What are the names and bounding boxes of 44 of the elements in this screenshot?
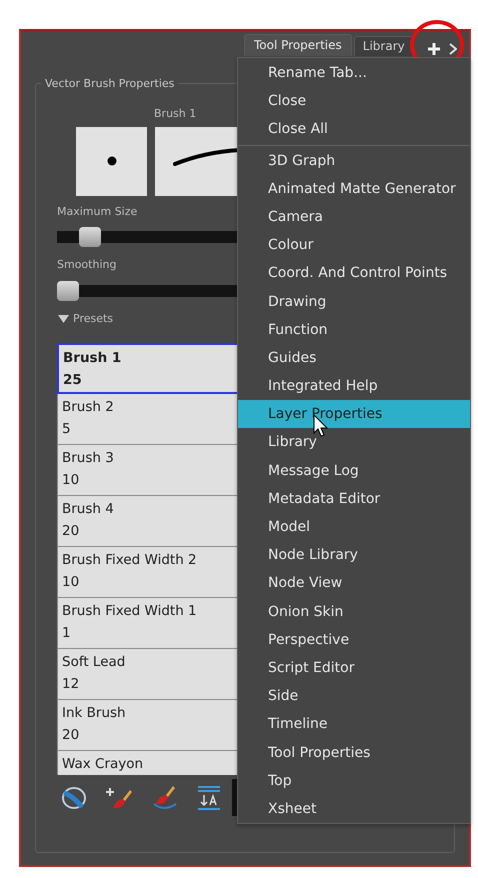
- preset-name: Brush 3: [62, 449, 114, 468]
- slider-label: Smoothing: [57, 257, 116, 273]
- menu-item[interactable]: Close All: [238, 115, 470, 144]
- menu-item[interactable]: Function: [238, 316, 470, 344]
- menu-item[interactable]: Xsheet: [238, 794, 470, 824]
- menu-item[interactable]: Camera: [238, 202, 470, 232]
- preset-name: Brush 4: [62, 500, 114, 519]
- menu-item[interactable]: Colour: [238, 231, 470, 260]
- tab[interactable]: Tool Properties: [244, 34, 352, 56]
- preset-name: Brush Fixed Width 1: [62, 602, 197, 621]
- menu-item[interactable]: Layer Properties: [238, 400, 470, 428]
- preset-name: Brush 2: [62, 398, 114, 417]
- menu-item[interactable]: Animated Matte Generator: [238, 174, 470, 203]
- tab[interactable]: Library: [354, 36, 414, 56]
- menu-item[interactable]: Coord. And Control Points: [238, 259, 470, 288]
- preset-name: Soft Lead: [62, 653, 126, 672]
- preset-size: 5: [62, 420, 71, 439]
- add-icon[interactable]: [427, 42, 441, 56]
- preset-size: 12: [62, 675, 80, 694]
- slider-label: Maximum Size: [57, 204, 138, 220]
- slider-thumb[interactable]: [79, 227, 102, 247]
- slider-thumb[interactable]: [57, 280, 79, 300]
- group-title: Vector Brush Properties: [41, 76, 178, 92]
- menu-item[interactable]: 3D Graph: [238, 146, 470, 175]
- preset-size: 25: [63, 371, 82, 390]
- preset-size: 20: [62, 726, 80, 745]
- import-icon[interactable]: [195, 784, 223, 812]
- preset-name: Ink Brush: [62, 704, 126, 723]
- presets-label: Presets: [73, 310, 114, 326]
- preset-name: Wax Crayon: [62, 755, 144, 774]
- expand-arrow-icon[interactable]: [58, 314, 69, 323]
- dot-icon: [106, 156, 116, 166]
- menu-item[interactable]: Top: [238, 766, 470, 795]
- preset-name: Brush Fixed Width 2: [62, 551, 197, 570]
- preset-size: 10: [62, 573, 80, 592]
- brush-name-label: Brush 1: [154, 106, 196, 122]
- preset-name: Brush 1: [63, 349, 122, 368]
- preset-size: 1: [62, 624, 71, 643]
- menu-item[interactable]: Close: [238, 87, 470, 116]
- close-icon[interactable]: [449, 43, 457, 55]
- preset-size: 20: [62, 522, 80, 541]
- menu-item[interactable]: Rename Tab...: [238, 59, 470, 88]
- preset-size: 10: [62, 471, 80, 490]
- menu-item[interactable]: Drawing: [238, 288, 470, 316]
